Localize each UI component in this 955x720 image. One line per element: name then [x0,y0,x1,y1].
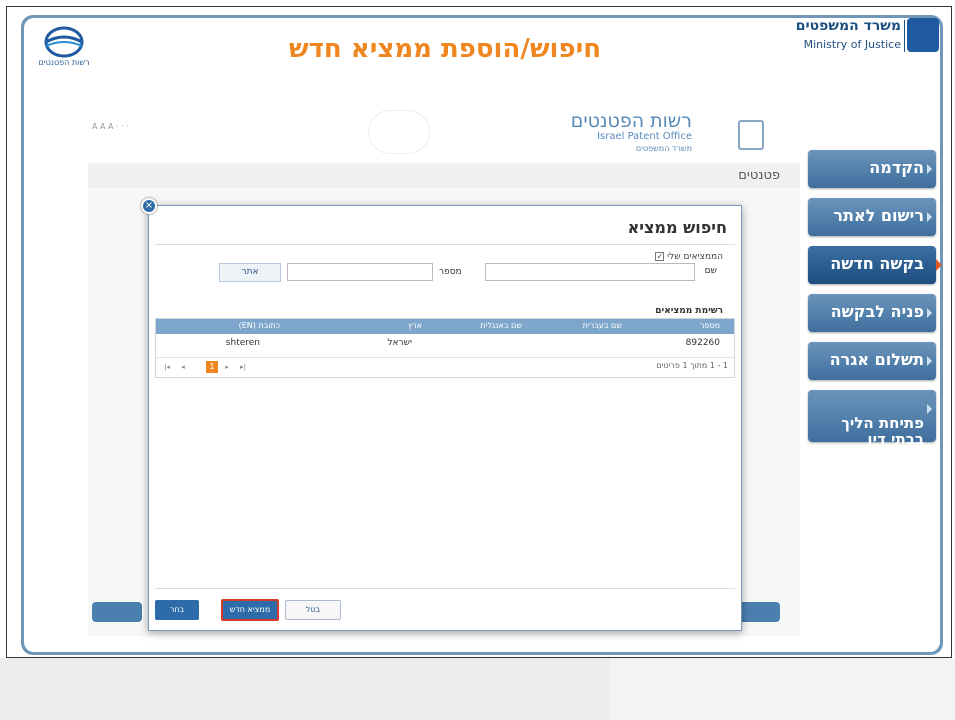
choose-button[interactable]: בחר [155,600,199,620]
justice-scale-icon [368,110,430,154]
ipo-english-title: Israel Patent Office [597,131,692,142]
close-icon[interactable]: × [141,198,157,214]
ipo-ministry-label: משרד המשפטים [636,144,692,153]
header-links: A A A · · · [92,122,129,131]
app-prev-button[interactable] [92,602,142,622]
column-header-number[interactable]: מספר [700,321,720,330]
grid-pager: |◂ ◂ 1 ▸ ▸| 1 - 1 מתוך 1 פריטים [156,357,734,375]
slide-title: חיפוש/הוספת ממציא חדש [235,34,655,64]
menorah-emblem-icon [907,18,939,52]
inventors-list-title: רשימת ממציאים [655,306,723,316]
nav-item-court-proceedings[interactable]: פתיחת הליך בבתי דין [808,390,936,442]
chevron-left-icon [927,404,932,414]
nav-item-new-application[interactable]: בקשה חדשה [808,246,936,284]
moj-hebrew-label: משרד המשפטים [796,18,901,34]
app-next-button[interactable] [736,602,780,622]
patent-office-emblem-icon [22,24,106,60]
my-inventors-checkbox[interactable]: הממציאים שלי ✓ [652,252,723,262]
nav-item-application-request[interactable]: פניה לבקשה [808,294,936,332]
nav-item-fee-payment[interactable]: תשלום אגרה [808,342,936,380]
dialog-title: חיפוש ממציא [628,218,727,237]
state-emblem-icon [738,120,764,150]
current-page[interactable]: 1 [206,361,218,373]
number-label: מספר [439,267,462,277]
column-header-country[interactable]: ארץ [408,321,422,330]
first-page-icon[interactable]: |◂ [162,362,172,372]
inventors-grid: מספר שם בעברית שם באנגלית ארץ כתובת (EN)… [155,318,735,378]
app-header: A A A · · · רשות הפטנטים Israel Patent O… [88,102,800,162]
moj-english-label: Ministry of Justice [804,38,901,51]
chevron-left-icon [927,356,932,366]
checkbox-checked-icon: ✓ [655,252,664,261]
column-header-address-en[interactable]: כתובת (EN) [239,321,280,330]
patent-office-logo-label: רשות הפטנטים [22,58,106,67]
nav-item-intro[interactable]: הקדמה [808,150,936,188]
new-inventor-button[interactable]: ממציא חדש [221,599,279,621]
cell-country: ישראל [387,338,412,348]
number-input[interactable] [287,263,433,281]
column-header-name-hebrew[interactable]: שם בעברית [583,321,622,330]
name-label: שם [705,266,717,276]
active-marker-icon [936,259,942,271]
find-button[interactable]: אתר [219,263,281,282]
table-row[interactable]: 892260 ישראל shteren [156,337,734,351]
cell-number: 892260 [686,338,720,348]
pager-info: 1 - 1 מתוך 1 פריטים [656,361,728,370]
patent-office-logo: רשות הפטנטים [22,24,106,72]
last-page-icon[interactable]: ▸| [238,362,248,372]
bottom-strip [0,658,955,720]
app-toolbar [88,164,800,188]
cell-address-en: shteren [226,338,260,348]
prev-page-icon[interactable]: ◂ [178,362,188,372]
find-inventor-dialog: × חיפוש ממציא הממציאים שלי ✓ שם מספר אתר… [148,205,742,631]
name-input[interactable] [485,263,695,281]
column-header-name-english[interactable]: שם באנגלית [480,321,522,330]
ministry-of-justice-logo: משרד המשפטים Ministry of Justice [791,16,941,58]
cancel-button[interactable]: בטל [285,600,341,620]
grid-header: מספר שם בעברית שם באנגלית ארץ כתובת (EN) [156,319,734,334]
next-page-icon[interactable]: ▸ [222,362,232,372]
chevron-left-icon [927,164,932,174]
section-title: פטנטים [738,168,780,183]
nav-item-register[interactable]: רישום לאתר [808,198,936,236]
ipo-hebrew-title: רשות הפטנטים [571,110,692,132]
chevron-left-icon [927,212,932,222]
chevron-left-icon [927,308,932,318]
